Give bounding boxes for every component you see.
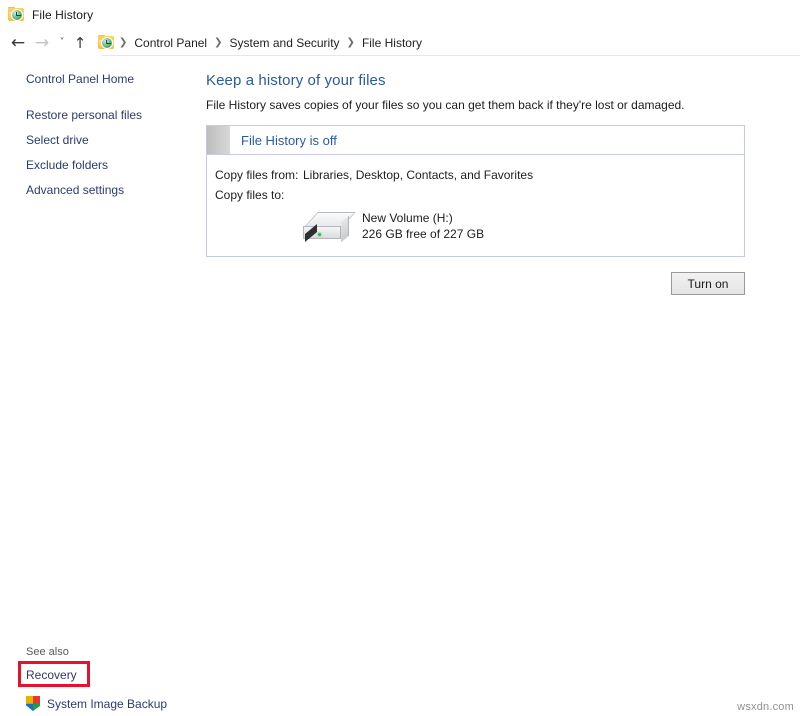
copy-files-from-value: Libraries, Desktop, Contacts, and Favori… <box>303 167 533 184</box>
main-content: Keep a history of your files File Histor… <box>206 72 766 295</box>
destination-drive-capacity: 226 GB free of 227 GB <box>362 226 484 242</box>
copy-files-from-row: Copy files from: Libraries, Desktop, Con… <box>207 167 744 187</box>
title-bar: File History <box>0 0 800 29</box>
sidebar-spacer <box>26 97 196 108</box>
status-panel-body: Copy files from: Libraries, Desktop, Con… <box>207 155 744 256</box>
action-row: Turn on <box>206 272 745 295</box>
turn-on-button[interactable]: Turn on <box>671 272 745 295</box>
sidebar-item-control-panel-home[interactable]: Control Panel Home <box>26 72 196 87</box>
see-also-item-system-image-backup-label: System Image Backup <box>47 697 167 711</box>
file-history-icon <box>8 7 25 22</box>
sidebar: Control Panel Home Restore personal file… <box>0 60 196 670</box>
sidebar-item-advanced-settings[interactable]: Advanced settings <box>26 183 196 198</box>
status-badge: File History is off <box>241 133 337 148</box>
breadcrumb-item-system-and-security[interactable]: System and Security <box>227 36 343 50</box>
copy-files-to-row: Copy files to: <box>207 187 744 207</box>
see-also-item-recovery[interactable]: Recovery <box>26 668 77 682</box>
destination-drive-name: New Volume (H:) <box>362 210 484 226</box>
sidebar-item-select-drive[interactable]: Select drive <box>26 133 196 148</box>
copy-files-to-label: Copy files to: <box>215 187 303 204</box>
status-indicator-icon <box>207 126 230 154</box>
recent-locations-chevron-down-icon[interactable]: ˅ <box>54 31 70 55</box>
window-title: File History <box>32 8 93 22</box>
see-also-item-system-image-backup[interactable]: System Image Backup <box>26 696 266 711</box>
recovery-row: Recovery <box>26 666 266 686</box>
up-button[interactable]: ↑ <box>70 31 90 55</box>
back-button[interactable]: ← <box>6 31 30 55</box>
breadcrumb-separator-icon: ❯ <box>115 37 131 48</box>
shield-icon <box>26 696 40 711</box>
page-title: Keep a history of your files <box>206 72 766 89</box>
breadcrumb-item-file-history[interactable]: File History <box>359 36 425 50</box>
address-bar-divider <box>102 55 800 56</box>
see-also-section: See also Recovery System Image Backup <box>26 646 266 711</box>
status-panel: File History is off Copy files from: Lib… <box>206 125 745 257</box>
breadcrumb-separator-icon: ❯ <box>210 37 226 48</box>
watermark: wsxdn.com <box>737 701 794 713</box>
file-history-window: File History ← → ˅ ↑ ❯ Control Panel ❯ S… <box>0 0 800 716</box>
copy-files-from-label: Copy files from: <box>215 167 303 184</box>
hard-drive-icon <box>299 209 352 242</box>
breadcrumb[interactable]: ❯ Control Panel ❯ System and Security ❯ … <box>94 32 431 54</box>
breadcrumb-file-history-icon <box>98 35 115 50</box>
breadcrumb-separator-icon: ❯ <box>343 37 359 48</box>
see-also-label: See also <box>26 646 266 658</box>
destination-drive: New Volume (H:) 226 GB free of 227 GB <box>207 209 744 242</box>
address-bar: ← → ˅ ↑ ❯ Control Panel ❯ System and Sec… <box>0 29 800 56</box>
breadcrumb-item-control-panel[interactable]: Control Panel <box>131 36 210 50</box>
page-subtitle: File History saves copies of your files … <box>206 97 766 113</box>
sidebar-item-exclude-folders[interactable]: Exclude folders <box>26 158 196 173</box>
status-panel-header: File History is off <box>207 126 744 155</box>
destination-drive-text: New Volume (H:) 226 GB free of 227 GB <box>362 210 484 242</box>
sidebar-item-restore-personal-files[interactable]: Restore personal files <box>26 108 196 123</box>
forward-button[interactable]: → <box>30 31 54 55</box>
